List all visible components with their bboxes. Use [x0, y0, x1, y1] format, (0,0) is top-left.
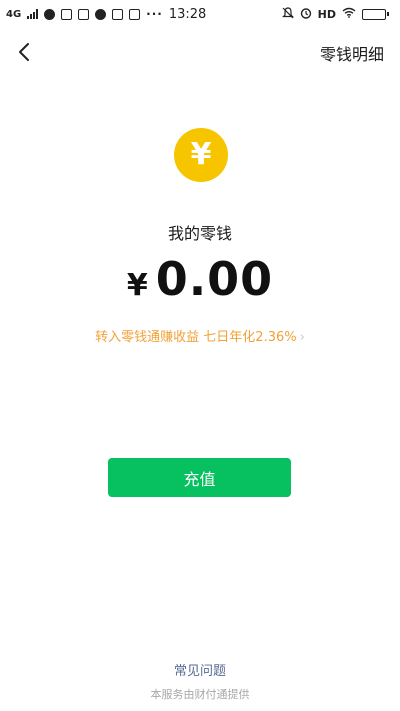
wallet-change-screen: 4G ··· 13:28 HD 零钱明细 ¥ 我的零钱 ¥ 0.00 转入零钱通…: [0, 0, 400, 711]
dollar-icon: [112, 8, 124, 20]
page-title: 我的零钱: [167, 224, 232, 243]
more-notifications: ···: [146, 7, 163, 21]
status-right: HD: [281, 6, 389, 22]
battery-icon: [362, 8, 389, 20]
status-left: 4G ··· 13:28: [6, 7, 206, 22]
wifi-icon: [342, 7, 356, 21]
nav-bar: 零钱明细: [0, 28, 400, 76]
change-details-link[interactable]: 零钱明细: [320, 41, 384, 65]
news-icon: [61, 8, 73, 20]
back-button[interactable]: [8, 36, 40, 68]
promo-link[interactable]: 转入零钱通赚收益 七日年化2.36% ›: [0, 326, 400, 345]
currency-symbol: ¥: [126, 268, 148, 303]
signal-icon: [27, 9, 39, 19]
database-icon: [78, 8, 90, 20]
coin-symbol: ¥: [190, 137, 212, 172]
network-type: 4G: [6, 8, 22, 20]
balance-amount: ¥ 0.00: [0, 252, 400, 306]
faq-link[interactable]: 常见问题: [0, 660, 400, 679]
chevron-right-icon: ›: [299, 330, 305, 345]
recharge-button[interactable]: 充值: [108, 458, 291, 497]
alarm-icon: [300, 7, 312, 22]
notification-icon: [44, 8, 56, 20]
provider-note: 本服务由财付通提供: [150, 688, 250, 701]
clock: 13:28: [168, 6, 207, 22]
hd-indicator: HD: [317, 7, 336, 21]
clipboard-icon: [129, 8, 141, 20]
balance-value: 0.00: [155, 252, 274, 306]
qq-icon: [95, 8, 107, 20]
mute-icon: [281, 6, 294, 22]
promo-text: 转入零钱通赚收益 七日年化2.36%: [95, 330, 297, 345]
yuan-coin-icon: ¥: [174, 128, 228, 182]
chevron-left-icon: [19, 43, 29, 61]
status-bar: 4G ··· 13:28 HD: [0, 0, 400, 28]
